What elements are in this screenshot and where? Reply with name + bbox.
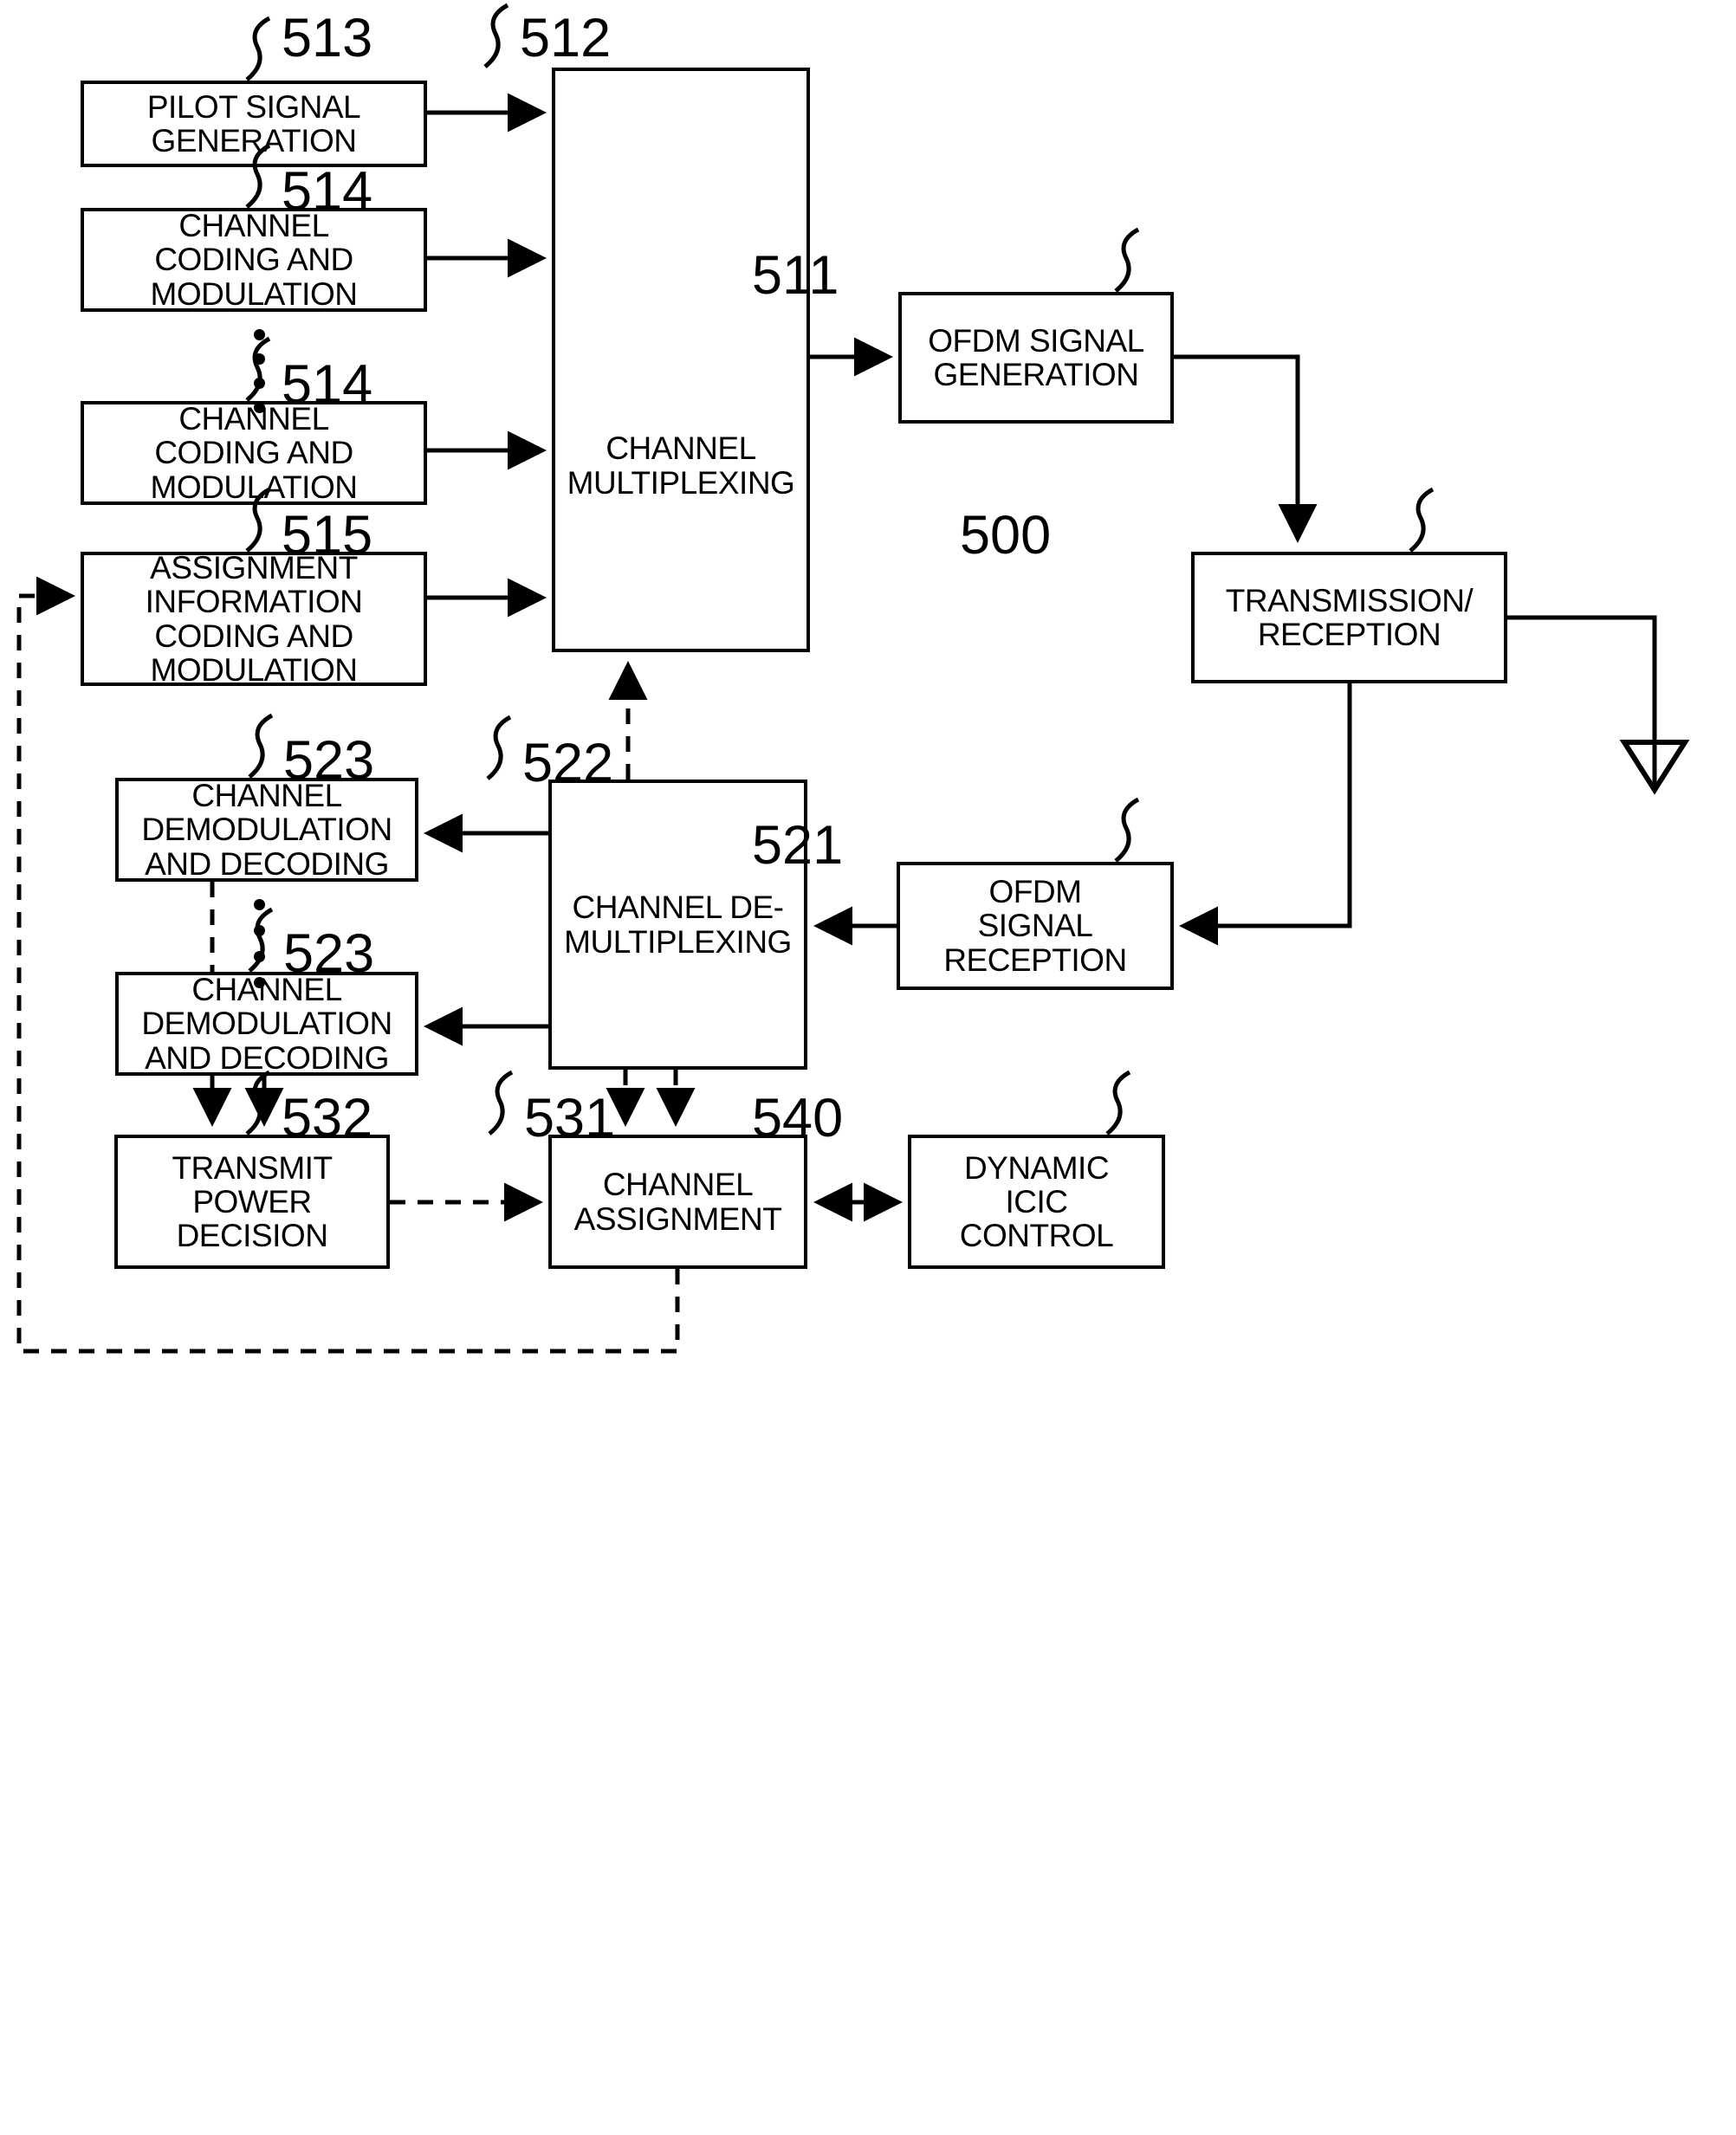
reference-numeral-514-a: 514 bbox=[282, 161, 373, 222]
reference-numeral-522: 522 bbox=[522, 733, 614, 793]
reference-numeral-513: 513 bbox=[282, 8, 373, 68]
block-ofdm-signal-reception: OFDM SIGNAL RECEPTION bbox=[897, 862, 1174, 990]
block-label: OFDM SIGNAL RECEPTION bbox=[943, 874, 1127, 978]
ellipsis-dot bbox=[254, 925, 265, 936]
block-label: DYNAMIC ICIC CONTROL bbox=[959, 1149, 1114, 1254]
block-transmission-reception: TRANSMISSION/ RECEPTION bbox=[1191, 552, 1507, 683]
block-label: PILOT SIGNAL GENERATION bbox=[146, 88, 361, 159]
block-label: CHANNEL CODING AND MODULATION bbox=[150, 208, 358, 312]
block-label: TRANSMIT POWER DECISION bbox=[172, 1149, 333, 1254]
block-channel-coding-modulation-2: CHANNEL CODING AND MODULATION bbox=[81, 401, 427, 505]
block-label: OFDM SIGNAL GENERATION bbox=[928, 322, 1144, 392]
reference-numeral-532: 532 bbox=[282, 1088, 373, 1148]
reference-numeral-521: 521 bbox=[752, 815, 844, 876]
reference-numeral-514-b: 514 bbox=[282, 354, 373, 415]
block-label: CHANNEL DEMODULATION AND DECODING bbox=[141, 972, 392, 1076]
block-label: CHANNEL CODING AND MODULATION bbox=[150, 401, 358, 505]
reference-numeral-515: 515 bbox=[282, 505, 373, 566]
ellipsis-dot bbox=[254, 353, 265, 365]
ellipsis-dot bbox=[254, 329, 265, 340]
ellipsis-dot bbox=[254, 977, 265, 988]
block-ofdm-signal-generation: OFDM SIGNAL GENERATION bbox=[898, 292, 1174, 424]
reference-numeral-500: 500 bbox=[960, 505, 1052, 566]
ellipsis-dot bbox=[254, 402, 265, 413]
block-dynamic-icic-control: DYNAMIC ICIC CONTROL bbox=[908, 1135, 1165, 1269]
reference-numeral-523-b: 523 bbox=[283, 923, 375, 984]
block-channel-coding-modulation-1: CHANNEL CODING AND MODULATION bbox=[81, 208, 427, 312]
block-channel-multiplexing: CHANNEL MULTIPLEXING bbox=[552, 68, 810, 652]
block-label: ASSIGNMENT INFORMATION CODING AND MODULA… bbox=[145, 550, 363, 688]
ellipsis-dot bbox=[254, 951, 265, 962]
block-channel-assignment: CHANNEL ASSIGNMENT bbox=[548, 1135, 807, 1269]
block-label: CHANNEL ASSIGNMENT bbox=[573, 1167, 782, 1237]
block-channel-demodulation-decoding-2: CHANNEL DEMODULATION AND DECODING bbox=[115, 972, 418, 1076]
block-label: CHANNEL DE- MULTIPLEXING bbox=[564, 890, 792, 960]
block-label: CHANNEL DEMODULATION AND DECODING bbox=[141, 778, 392, 882]
block-transmit-power-decision: TRANSMIT POWER DECISION bbox=[114, 1135, 390, 1269]
patent-figure: PILOT SIGNAL GENERATION CHANNEL CODING A… bbox=[0, 0, 1736, 2135]
block-label: CHANNEL MULTIPLEXING bbox=[567, 430, 795, 501]
reference-numeral-531: 531 bbox=[524, 1088, 616, 1148]
reference-numeral-540: 540 bbox=[752, 1088, 844, 1148]
reference-numeral-511: 511 bbox=[752, 245, 839, 306]
block-assignment-information-coding-modulation: ASSIGNMENT INFORMATION CODING AND MODULA… bbox=[81, 550, 427, 688]
block-pilot-signal-generation: PILOT SIGNAL GENERATION bbox=[81, 81, 427, 167]
ellipsis-dot bbox=[254, 378, 265, 389]
ellipsis-dot bbox=[254, 899, 265, 910]
reference-numeral-523-a: 523 bbox=[283, 730, 375, 791]
block-channel-demodulation-decoding-1: CHANNEL DEMODULATION AND DECODING bbox=[115, 778, 418, 882]
reference-numeral-512: 512 bbox=[520, 8, 612, 68]
block-label: TRANSMISSION/ RECEPTION bbox=[1225, 582, 1474, 652]
